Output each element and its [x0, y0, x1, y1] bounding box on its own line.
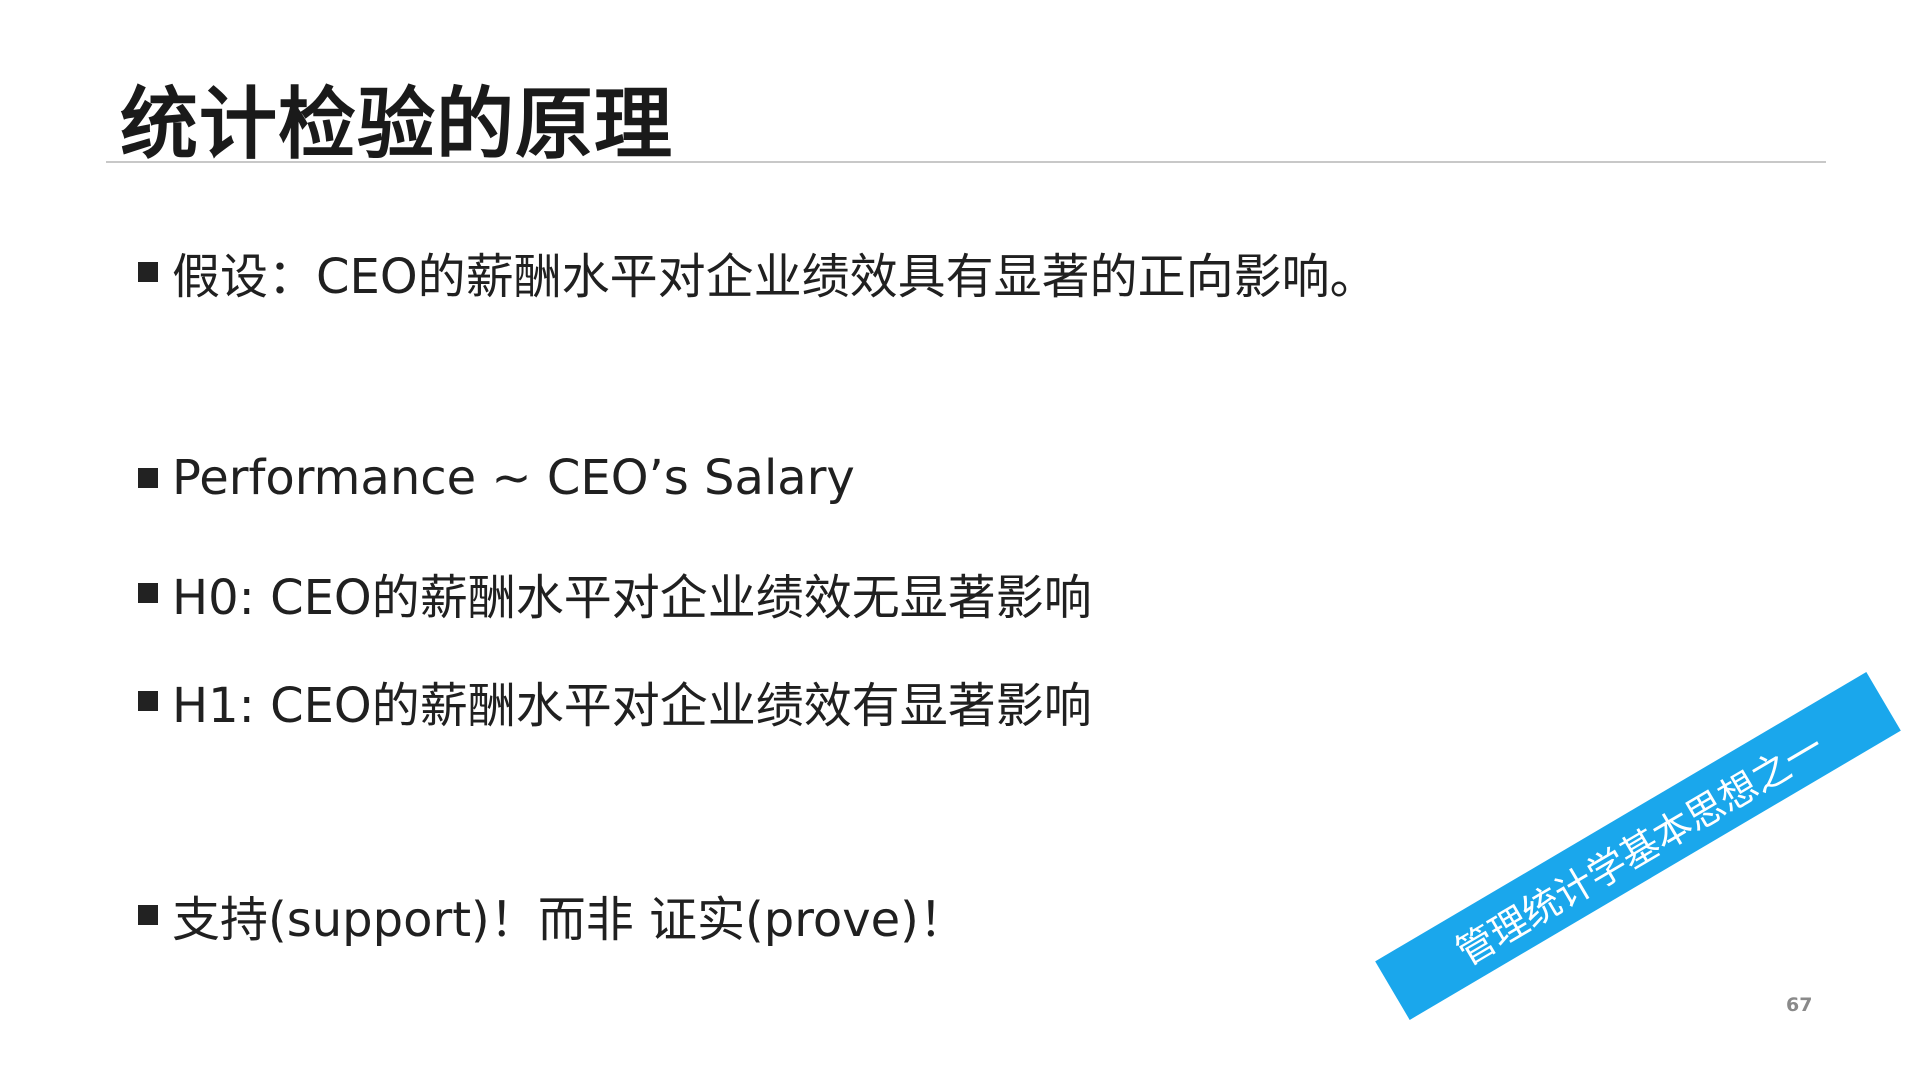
- bullet-h0: H0: CEO的薪酬水平对企业绩效无显著影响: [138, 558, 1092, 628]
- bullet-square-icon: [138, 468, 158, 488]
- bullet-model: Performance ~ CEO’s Salary: [138, 450, 855, 506]
- bullet-text: 假设：CEO的薪酬水平对企业绩效具有显著的正向影响。: [172, 249, 1378, 305]
- slide: 统计检验的原理 假设：CEO的薪酬水平对企业绩效具有显著的正向影响。 Perfo…: [0, 0, 1920, 1080]
- page-number: 67: [1786, 994, 1813, 1016]
- bullet-text: H1: CEO的薪酬水平对企业绩效有显著影响: [172, 678, 1092, 734]
- bullet-support: 支持(support)！而非 证实(prove)！: [138, 880, 967, 950]
- concept-banner: 管理统计学基本思想之一: [1375, 672, 1901, 1020]
- bullet-square-icon: [138, 905, 158, 925]
- bullet-text: 支持(support)！而非 证实(prove)！: [172, 892, 967, 948]
- bullet-square-icon: [138, 262, 158, 282]
- bullet-text: Performance ~ CEO’s Salary: [172, 450, 855, 506]
- bullet-square-icon: [138, 691, 158, 711]
- bullet-square-icon: [138, 583, 158, 603]
- bullet-h1: H1: CEO的薪酬水平对企业绩效有显著影响: [138, 666, 1092, 736]
- bullet-hypothesis: 假设：CEO的薪酬水平对企业绩效具有显著的正向影响。: [138, 237, 1378, 307]
- title-divider: [106, 161, 1826, 163]
- bullet-text: H0: CEO的薪酬水平对企业绩效无显著影响: [172, 570, 1092, 626]
- slide-title: 统计检验的原理: [120, 80, 674, 170]
